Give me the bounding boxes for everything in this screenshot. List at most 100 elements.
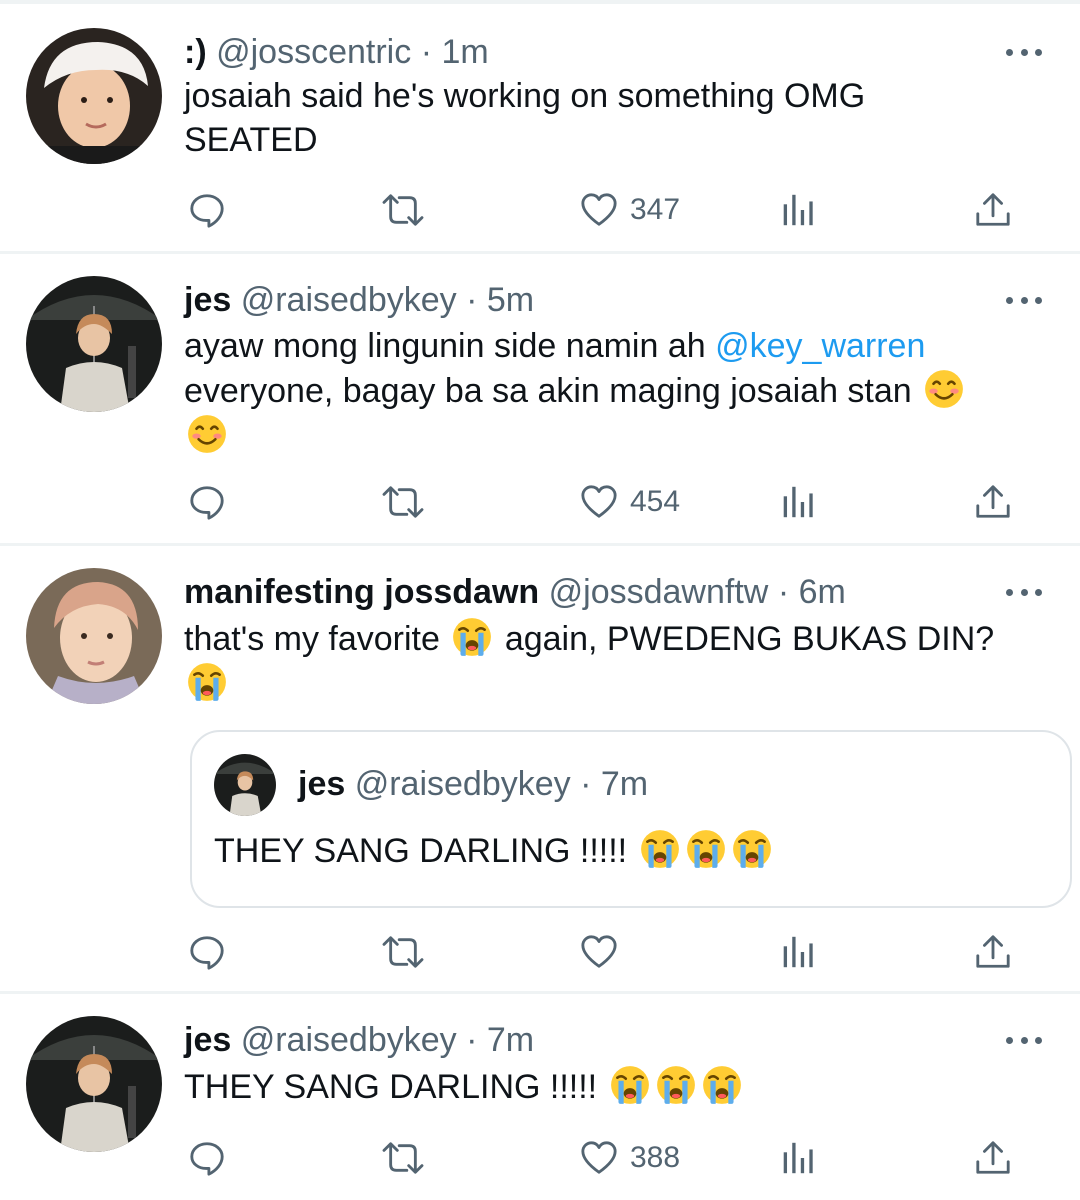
tweet-2[interactable]: jes @raisedbykey · 5m ayaw mong lingunin…	[0, 254, 1080, 546]
display-name[interactable]: jes	[184, 1021, 231, 1059]
share-button[interactable]	[974, 1136, 1012, 1180]
tweet-text: that's my favorite again, PWEDENG BUKAS …	[184, 616, 1044, 706]
username[interactable]: @raisedbykey	[241, 281, 457, 319]
timestamp[interactable]: 1m	[441, 33, 488, 71]
retweet-button[interactable]	[380, 930, 426, 974]
tweet-text-segment: THEY SANG DARLING !!!!!	[184, 1068, 598, 1106]
separator-dot: ·	[777, 573, 790, 611]
reply-button[interactable]	[188, 1136, 226, 1180]
loudly-crying-face-emoji	[701, 1064, 743, 1106]
retweet-button[interactable]	[380, 188, 426, 232]
analytics-button[interactable]	[778, 1136, 816, 1180]
share-icon	[974, 1139, 1012, 1177]
tweet-actions: 388	[184, 1136, 1024, 1180]
retweet-icon	[380, 191, 426, 229]
like-button[interactable]: 454	[580, 480, 680, 524]
display-name[interactable]: manifesting jossdawn	[184, 573, 539, 611]
tweet-actions	[184, 930, 1024, 974]
mention-link[interactable]: @key_warren	[715, 327, 925, 365]
tweet-text-segment: everyone, bagay ba sa akin maging josaia…	[184, 372, 912, 410]
like-count: 388	[630, 1141, 681, 1174]
timestamp[interactable]: 6m	[799, 573, 846, 611]
heart-icon	[580, 1139, 618, 1177]
tweet-actions: 454	[184, 480, 1024, 524]
username[interactable]: @josscentric	[216, 33, 411, 71]
loudly-crying-face-emoji	[655, 1064, 697, 1106]
like-count: 347	[630, 193, 681, 226]
quoted-avatar[interactable]	[214, 754, 276, 816]
loudly-crying-face-emoji	[731, 828, 773, 870]
reply-icon	[188, 933, 226, 971]
quoted-display-name: jes	[298, 765, 346, 803]
username[interactable]: @jossdawnftw	[549, 573, 769, 611]
tweet-4[interactable]: jes @raisedbykey · 7m THEY SANG DARLING …	[0, 994, 1080, 1200]
share-button[interactable]	[974, 930, 1012, 974]
tweet-header: :) @josscentric · 1m	[184, 32, 489, 72]
avatar[interactable]	[26, 1016, 162, 1152]
share-icon	[974, 483, 1012, 521]
retweet-icon	[380, 483, 426, 521]
heart-icon	[580, 933, 618, 971]
share-button[interactable]	[974, 188, 1012, 232]
timestamp[interactable]: 7m	[487, 1021, 534, 1059]
loudly-crying-face-emoji	[609, 1064, 651, 1106]
reply-button[interactable]	[188, 188, 226, 232]
separator-dot: ·	[420, 33, 433, 71]
username[interactable]: @raisedbykey	[241, 1021, 457, 1059]
more-icon[interactable]	[1006, 34, 1042, 70]
tweet-1[interactable]: :) @josscentric · 1m josaiah said he's w…	[0, 4, 1080, 254]
more-icon[interactable]	[1006, 282, 1042, 318]
smiling-face-emoji	[923, 368, 965, 410]
reply-icon	[188, 1139, 226, 1177]
analytics-icon	[778, 1139, 816, 1177]
avatar[interactable]	[26, 568, 162, 704]
tweet-text-segment: ayaw mong lingunin side namin ah	[184, 327, 706, 365]
retweet-button[interactable]	[380, 1136, 426, 1180]
separator-dot: ·	[580, 765, 592, 803]
tweet-text-line: SEATED	[184, 121, 318, 159]
quoted-timestamp: 7m	[600, 765, 649, 803]
tweet-text-segment: that's my favorite	[184, 620, 440, 658]
quoted-tweet[interactable]: jes @raisedbykey · 7m THEY SANG DARLING …	[190, 730, 1072, 908]
reply-button[interactable]	[188, 930, 226, 974]
share-button[interactable]	[974, 480, 1012, 524]
tweet-actions: 347	[184, 188, 1024, 232]
separator-dot: ·	[466, 1021, 478, 1059]
like-button[interactable]	[580, 930, 630, 974]
analytics-icon	[778, 483, 816, 521]
tweet-text-segment: again, PWEDENG BUKAS DIN?	[504, 620, 995, 658]
display-name[interactable]: :)	[184, 33, 207, 71]
heart-icon	[580, 191, 618, 229]
timestamp[interactable]: 5m	[487, 281, 534, 319]
reply-button[interactable]	[188, 480, 226, 524]
analytics-button[interactable]	[778, 480, 816, 524]
tweet-header: jes @raisedbykey · 7m	[184, 1020, 534, 1060]
retweet-icon	[380, 1139, 426, 1177]
reply-icon	[188, 483, 226, 521]
avatar[interactable]	[26, 276, 162, 412]
tweet-3[interactable]: manifesting jossdawn @jossdawnftw · 6m t…	[0, 546, 1080, 994]
separator-dot: ·	[466, 281, 478, 319]
avatar[interactable]	[26, 28, 162, 164]
tweet-header: jes @raisedbykey · 5m	[184, 280, 534, 320]
analytics-button[interactable]	[778, 188, 816, 232]
analytics-icon	[778, 933, 816, 971]
loudly-crying-face-emoji	[186, 661, 228, 703]
tweet-header: manifesting jossdawn @jossdawnftw · 6m	[184, 572, 846, 612]
tweet-text: josaiah said he's working on something O…	[184, 74, 1044, 162]
heart-icon	[580, 483, 618, 521]
like-button[interactable]: 388	[580, 1136, 680, 1180]
reply-icon	[188, 191, 226, 229]
loudly-crying-face-emoji	[685, 828, 727, 870]
quoted-header: jes @raisedbykey · 7m	[298, 764, 648, 804]
like-count: 454	[630, 485, 681, 518]
analytics-button[interactable]	[778, 930, 816, 974]
loudly-crying-face-emoji	[451, 616, 493, 658]
display-name[interactable]: jes	[184, 281, 231, 319]
more-icon[interactable]	[1006, 574, 1042, 610]
more-icon[interactable]	[1006, 1022, 1042, 1058]
share-icon	[974, 191, 1012, 229]
smiling-face-emoji	[186, 413, 228, 455]
retweet-button[interactable]	[380, 480, 426, 524]
like-button[interactable]: 347	[580, 188, 680, 232]
